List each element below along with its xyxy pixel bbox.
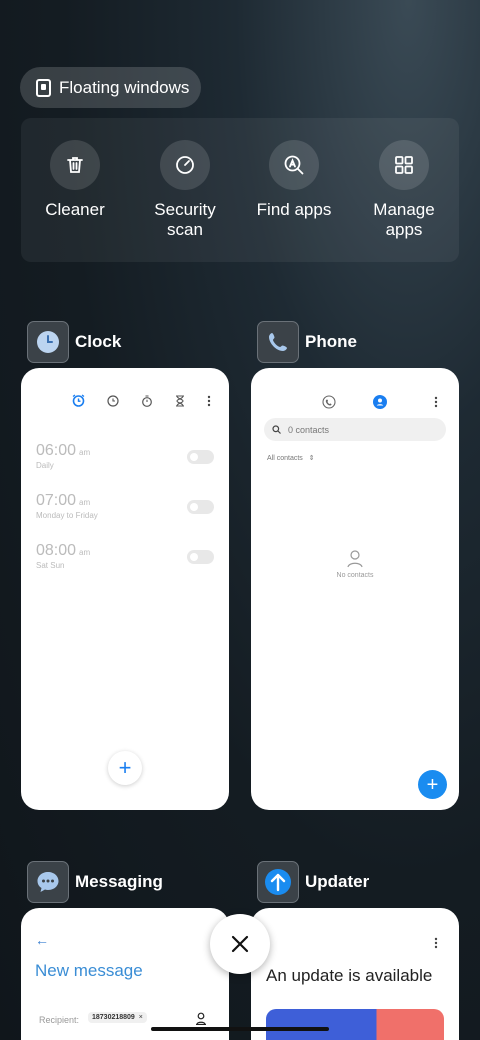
close-icon [231,935,249,953]
more-options-icon[interactable] [434,937,438,949]
alarm-toggle[interactable] [187,550,214,564]
cleaner-label: Cleaner [45,200,105,219]
clock-tab-icon[interactable] [107,394,119,407]
add-contact-button[interactable]: + [418,770,447,799]
floating-windows-label: Floating windows [59,77,190,97]
alarm-toggle[interactable] [187,450,214,464]
contacts-search-placeholder: 0 contacts [288,424,330,435]
contact-picker-icon[interactable] [195,1012,207,1025]
alarm-ampm: am [79,448,91,457]
phone-app-name: Phone [305,332,357,351]
security-scan-label: Security scan [154,200,216,239]
alarm-ampm: am [79,498,91,507]
alarm-time: 07:00 [36,492,77,509]
clock-app-name: Clock [75,332,122,351]
new-message-title: New message [35,961,143,980]
messaging-app-card[interactable]: ← New message Recipient: 18730218809 × [21,908,229,1040]
update-banner-image [266,1009,444,1040]
find-apps-icon [269,140,319,190]
recipient-chip[interactable]: 18730218809 × [88,1012,147,1023]
contacts-empty-state: No contacts [251,548,459,579]
sort-arrows-icon: ⇕ [308,455,315,462]
clock-app-header[interactable]: Clock [27,321,121,363]
alarm-toggle[interactable] [187,500,214,514]
clock-app-card[interactable]: 06:00 am Daily 07:00 am Monday to Friday 0… [21,368,229,810]
contacts-search-input[interactable]: 0 contacts [264,418,446,441]
person-icon [347,550,363,568]
remove-recipient-icon[interactable]: × [139,1014,143,1021]
quick-tools-panel: Cleaner Security scan Find apps Manage a… [21,118,459,262]
messaging-app-icon [27,861,69,903]
recipient-number: 18730218809 [92,1014,135,1021]
updater-app-header[interactable]: Updater [257,861,369,903]
manage-apps-button[interactable]: Manage apps [354,140,454,240]
recipient-label: Recipient: [39,1015,80,1025]
clock-tabs [72,394,211,407]
back-arrow-icon[interactable]: ← [35,932,49,948]
updater-app-icon [257,861,299,903]
find-apps-label: Find apps [256,200,332,219]
floating-windows-button[interactable]: Floating windows [20,67,201,108]
phone-app-header[interactable]: Phone [257,321,357,363]
stopwatch-tab-icon[interactable] [141,394,153,407]
find-apps-button[interactable]: Find apps [244,140,344,220]
manage-apps-label: Manage apps [373,200,435,239]
more-options-icon[interactable] [434,396,438,408]
security-scan-button[interactable]: Security scan [135,140,235,240]
updater-app-card[interactable]: An update is available [251,908,459,1040]
home-indicator[interactable] [151,1027,329,1031]
updater-app-name: Updater [305,872,370,891]
security-scan-icon [160,140,210,190]
alarm-ampm: am [79,548,91,557]
contacts-filter-label: All contacts [267,455,303,462]
trash-icon [50,140,100,190]
contacts-tab-icon[interactable] [373,395,387,409]
alarm-time: 08:00 [36,542,77,559]
clock-app-icon [27,321,69,363]
contacts-filter-dropdown[interactable]: All contacts ⇕ [267,454,315,462]
clear-all-button[interactable] [210,914,270,974]
phone-app-card[interactable]: 0 contacts All contacts ⇕ No contacts + [251,368,459,810]
messaging-app-name: Messaging [75,872,163,891]
more-options-icon[interactable] [207,395,211,407]
messaging-app-header[interactable]: Messaging [27,861,163,903]
cleaner-button[interactable]: Cleaner [25,140,125,220]
recents-tab-icon[interactable] [322,395,336,409]
alarm-tab-icon[interactable] [72,394,85,407]
update-available-title: An update is available [266,966,433,985]
search-icon [272,425,281,434]
no-contacts-label: No contacts [336,572,374,579]
floating-window-icon [36,78,51,97]
timer-tab-icon[interactable] [175,394,185,407]
add-alarm-button[interactable]: + [108,751,142,785]
phone-app-icon [257,321,299,363]
grid-icon [379,140,429,190]
alarm-time: 06:00 [36,442,77,459]
